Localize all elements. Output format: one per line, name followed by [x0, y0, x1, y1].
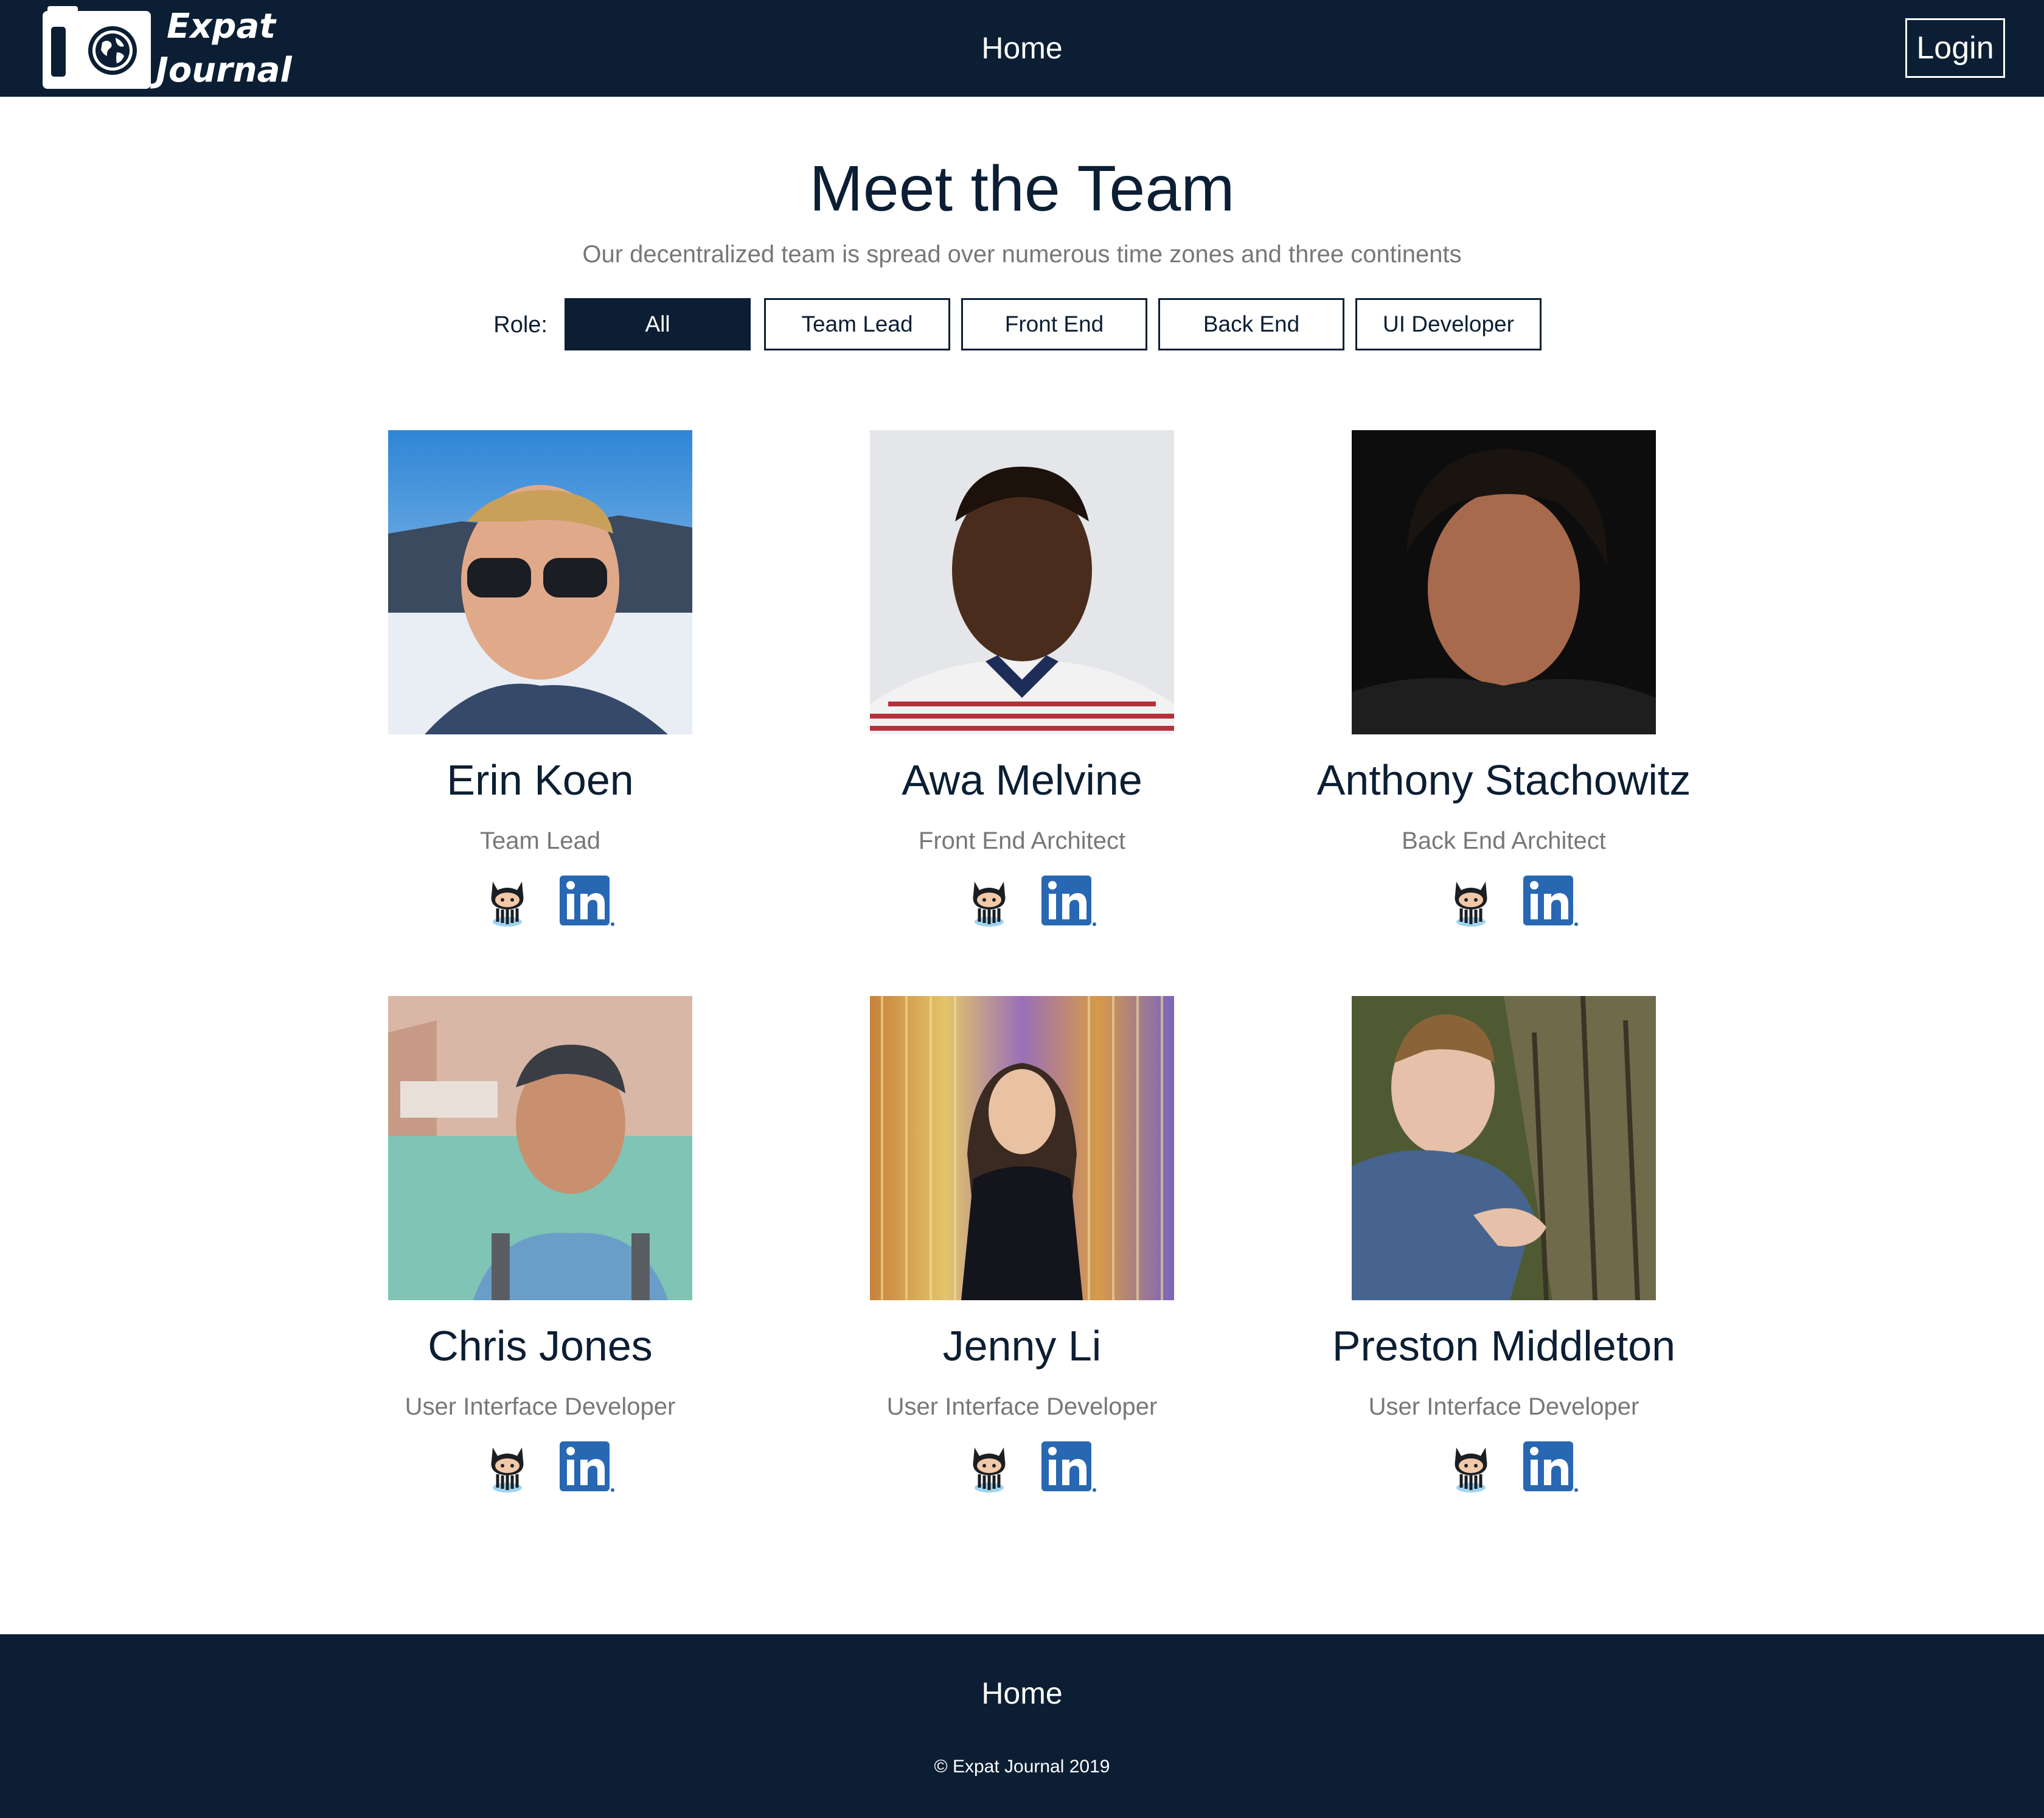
logo-wordmark: Expat Journal	[156, 5, 292, 92]
team-member-card: Chris Jones User Interface Developer	[303, 996, 765, 1531]
team-member-role: Front End Architect	[918, 827, 1126, 854]
team-member-card: Erin Koen Team Lead	[303, 430, 765, 966]
linkedin-icon[interactable]	[557, 873, 616, 928]
role-filter-bar: Role: All Team Lead Front End Back End U…	[0, 298, 2044, 352]
filter-back-end-button[interactable]: Back End	[1158, 298, 1344, 350]
team-member-photo	[388, 996, 692, 1300]
filter-team-lead-button[interactable]: Team Lead	[764, 298, 950, 350]
site-footer: Home © Expat Journal 2019	[0, 1634, 2044, 1818]
linkedin-icon[interactable]	[1039, 873, 1097, 928]
team-member-photo	[388, 430, 692, 734]
github-octocat-icon[interactable]	[479, 873, 535, 928]
team-member-card: Awa Melvine Front End Architect	[785, 430, 1247, 966]
team-member-name: Chris Jones	[428, 1322, 653, 1370]
expat-journal-logo[interactable]: Expat Journal	[43, 6, 292, 90]
team-member-role: Back End Architect	[1402, 827, 1606, 854]
team-member-card: Preston Middleton User Interface Develop…	[1267, 996, 1729, 1531]
team-member-name: Awa Melvine	[902, 756, 1142, 804]
social-links	[785, 1439, 1259, 1494]
github-octocat-icon[interactable]	[961, 1439, 1017, 1494]
team-member-card: Jenny Li User Interface Developer	[785, 996, 1247, 1531]
filter-front-end-button[interactable]: Front End	[961, 298, 1147, 350]
camera-icon	[43, 6, 151, 89]
login-button[interactable]: Login	[1905, 18, 2005, 78]
filter-ui-developer-button[interactable]: UI Developer	[1355, 298, 1542, 350]
social-links	[303, 1439, 777, 1494]
logo-text-line2: Journal	[156, 50, 292, 90]
social-links	[1267, 873, 1741, 928]
team-member-role: User Interface Developer	[1368, 1393, 1639, 1420]
team-member-name: Jenny Li	[942, 1322, 1102, 1370]
github-octocat-icon[interactable]	[1443, 1439, 1499, 1494]
linkedin-icon[interactable]	[1039, 1439, 1097, 1494]
team-member-card: Anthony Stachowitz Back End Architect	[1267, 430, 1729, 966]
team-member-photo	[870, 996, 1174, 1300]
team-member-role: Team Lead	[480, 827, 600, 854]
team-member-photo	[870, 430, 1174, 734]
social-links	[303, 873, 777, 928]
team-member-role: User Interface Developer	[405, 1393, 676, 1420]
team-member-name: Preston Middleton	[1332, 1322, 1676, 1370]
nav-home-link[interactable]: Home	[900, 27, 1144, 69]
page-subtitle: Our decentralized team is spread over nu…	[582, 241, 1462, 268]
logo-text-line1: Expat	[167, 7, 276, 46]
team-member-name: Anthony Stachowitz	[1316, 756, 1691, 804]
linkedin-icon[interactable]	[557, 1439, 616, 1494]
role-filter-label: Role:	[493, 312, 548, 338]
team-member-photo	[1352, 430, 1656, 734]
team-member-role: User Interface Developer	[886, 1393, 1158, 1420]
top-navbar: Expat Journal Home Login	[0, 0, 2044, 97]
linkedin-icon[interactable]	[1521, 1439, 1579, 1494]
team-member-name: Erin Koen	[447, 756, 634, 804]
social-links	[785, 873, 1259, 928]
github-octocat-icon[interactable]	[1443, 873, 1499, 928]
social-links	[1267, 1439, 1741, 1494]
github-octocat-icon[interactable]	[479, 1439, 535, 1494]
page-title: Meet the Team	[809, 153, 1235, 225]
footer-copyright: © Expat Journal 2019	[934, 1757, 1110, 1777]
filter-all-button[interactable]: All	[565, 298, 751, 350]
team-member-photo	[1352, 996, 1656, 1300]
github-octocat-icon[interactable]	[961, 873, 1017, 928]
globe-icon	[88, 26, 137, 75]
linkedin-icon[interactable]	[1521, 873, 1579, 928]
footer-home-link[interactable]: Home	[900, 1672, 1144, 1715]
